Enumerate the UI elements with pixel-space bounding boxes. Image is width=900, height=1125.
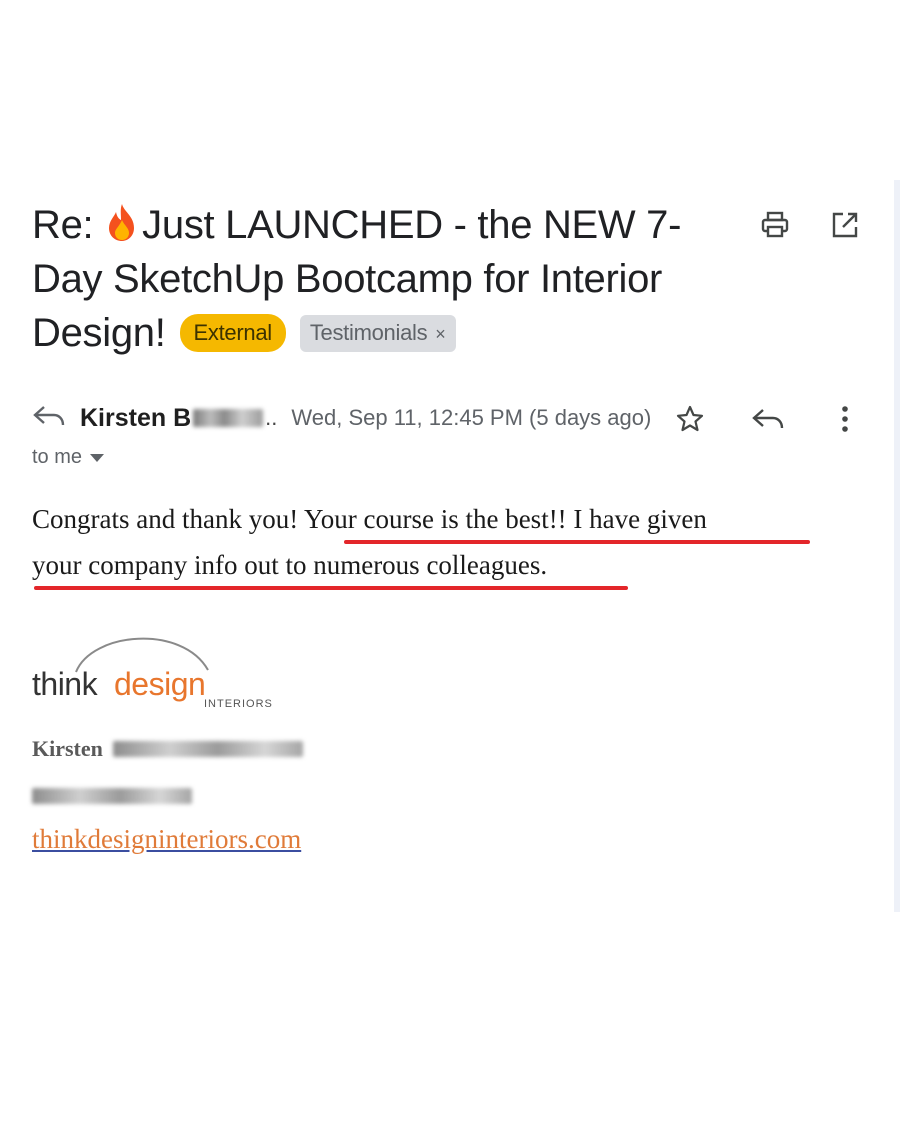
- redacted-phone-bar: [32, 788, 192, 804]
- recipients-text: to me: [32, 446, 83, 468]
- logo-design: design: [114, 666, 206, 702]
- open-in-new-window-icon[interactable]: [828, 208, 862, 242]
- highlight-underline: [34, 586, 628, 590]
- star-icon[interactable]: [673, 402, 707, 436]
- more-vertical-icon[interactable]: [832, 402, 858, 436]
- logo-think: think: [32, 666, 98, 702]
- signature-first-name: Kirsten: [32, 736, 103, 761]
- body-line-2: your company info out to numerous collea…: [32, 550, 548, 580]
- caret-down-icon: [90, 453, 105, 462]
- company-logo: think design INTERIORS: [32, 626, 292, 716]
- fire-emoji-icon: [104, 202, 140, 242]
- reply-arrow-icon: [32, 404, 66, 433]
- redacted-surname: [193, 409, 264, 427]
- website-link[interactable]: thinkdesigninteriors.com: [32, 824, 301, 855]
- reply-icon[interactable]: [750, 402, 786, 436]
- subject-prefix: Re:: [32, 203, 105, 247]
- sender-ellipsis: ..: [265, 405, 278, 430]
- print-icon[interactable]: [758, 208, 792, 242]
- testimonials-label-chip[interactable]: Testimonials ×: [299, 315, 456, 352]
- email-subject: Re: Just LAUNCHED - the NEW 7-Day Sketch…: [32, 198, 737, 360]
- redacted-phone: [32, 788, 192, 804]
- scrollbar-track: [894, 180, 900, 912]
- highlight-underline: [344, 540, 810, 544]
- testimonials-label-text: Testimonials: [309, 320, 428, 345]
- external-label-chip: External: [179, 314, 286, 352]
- sender-name[interactable]: Kirsten B: [80, 404, 191, 433]
- remove-label-button[interactable]: ×: [435, 324, 446, 344]
- redacted-name: [112, 741, 303, 757]
- body-line-1: Congrats and thank you! Your course is t…: [32, 504, 707, 534]
- logo-interiors: INTERIORS: [204, 698, 273, 710]
- signature-name: Kirsten: [32, 736, 303, 762]
- email-date: Wed, Sep 11, 12:45 PM (5 days ago): [291, 405, 652, 430]
- sender-row: Kirsten B .. Wed, Sep 11, 12:45 PM (5 da…: [32, 400, 651, 436]
- recipients-toggle[interactable]: to me: [32, 446, 105, 469]
